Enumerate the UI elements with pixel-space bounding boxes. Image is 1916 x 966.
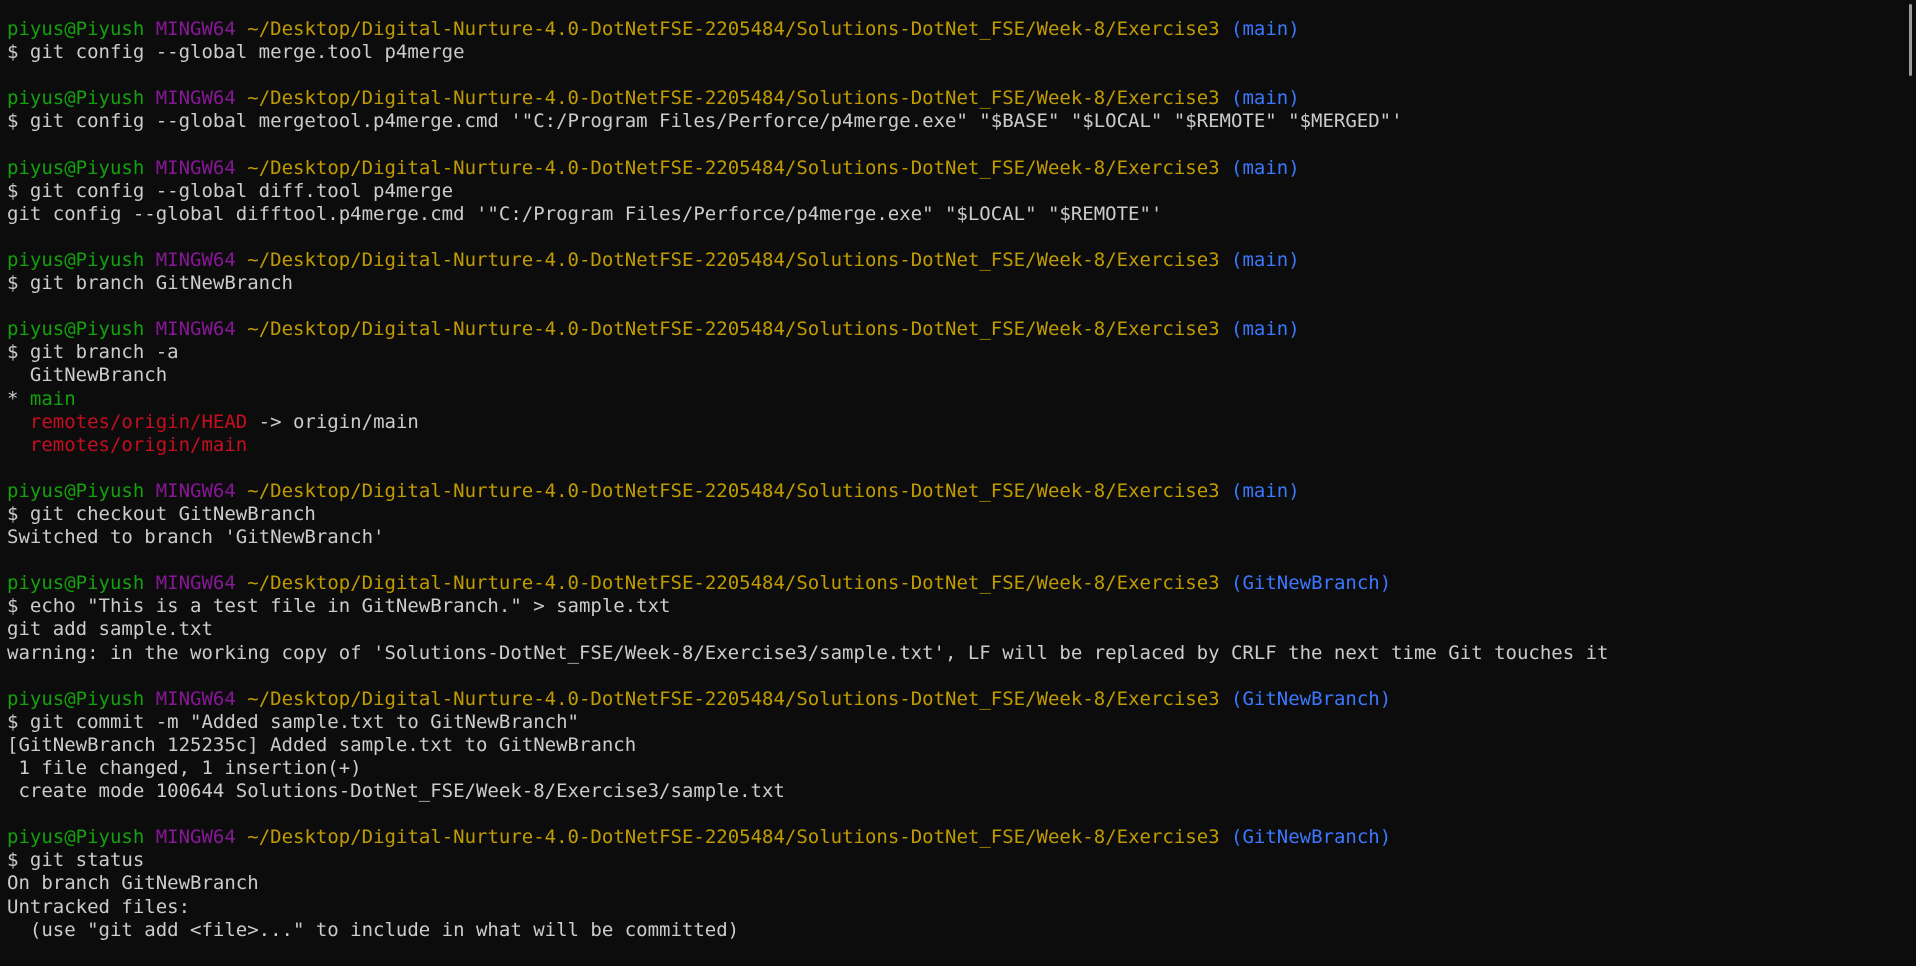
prompt-line: piyus@Piyush MINGW64 ~/Desktop/Digital-N… [7, 480, 1916, 503]
output-line: create mode 100644 Solutions-DotNet_FSE/… [7, 780, 785, 803]
prompt-shell: MINGW64 [155, 479, 236, 502]
prompt-path: ~/Desktop/Digital-Nurture-4.0-DotNetFSE-… [247, 87, 1220, 110]
prompt-shell: MINGW64 [155, 18, 236, 40]
prompt-shell: MINGW64 [155, 318, 236, 341]
command-line: $ git config --global diff.tool p4merge [7, 179, 454, 202]
output-line: GitNewBranch [7, 364, 168, 387]
prompt-shell: MINGW64 [155, 687, 236, 710]
prompt-user-host: piyus@Piyush [7, 826, 145, 849]
prompt-path: ~/Desktop/Digital-Nurture-4.0-DotNetFSE-… [247, 572, 1220, 595]
prompt-user-host: piyus@Piyush [7, 572, 145, 595]
command-line: $ git branch GitNewBranch [7, 272, 293, 295]
output-line: Switched to branch 'GitNewBranch' [7, 526, 385, 549]
prompt-user-host: piyus@Piyush [7, 318, 145, 341]
prompt-line: piyus@Piyush MINGW64 ~/Desktop/Digital-N… [7, 249, 1916, 272]
prompt-branch: (GitNewBranch) [1231, 687, 1392, 710]
command-line: $ git branch -a [7, 341, 179, 364]
prompt-path: ~/Desktop/Digital-Nurture-4.0-DotNetFSE-… [247, 687, 1220, 710]
prompt-line: piyus@Piyush MINGW64 ~/Desktop/Digital-N… [7, 318, 1916, 341]
prompt-branch: (main) [1231, 156, 1300, 179]
prompt-user-host: piyus@Piyush [7, 87, 145, 110]
prompt-branch: (main) [1231, 479, 1300, 502]
prompt-user-host: piyus@Piyush [7, 18, 145, 40]
prompt-shell: MINGW64 [155, 826, 236, 849]
command-line: $ git status [7, 849, 145, 872]
prompt-path: ~/Desktop/Digital-Nurture-4.0-DotNetFSE-… [247, 318, 1220, 341]
prompt-branch: (main) [1231, 318, 1300, 341]
output-line: warning: in the working copy of 'Solutio… [7, 641, 1609, 664]
prompt-branch: (main) [1231, 87, 1300, 110]
output-line: remotes/origin/main [7, 434, 1916, 457]
command-line: $ git checkout GitNewBranch [7, 502, 316, 525]
prompt-shell: MINGW64 [155, 156, 236, 179]
prompt-branch: (GitNewBranch) [1231, 826, 1392, 849]
command-line: $ git config --global merge.tool p4merge [7, 41, 465, 64]
prompt-path: ~/Desktop/Digital-Nurture-4.0-DotNetFSE-… [247, 826, 1220, 849]
prompt-path: ~/Desktop/Digital-Nurture-4.0-DotNetFSE-… [247, 479, 1220, 502]
prompt-user-host: piyus@Piyush [7, 156, 145, 179]
prompt-line: piyus@Piyush MINGW64 ~/Desktop/Digital-N… [7, 157, 1916, 180]
prompt-path: ~/Desktop/Digital-Nurture-4.0-DotNetFSE-… [247, 18, 1220, 40]
remote-branch-name: remotes/origin/HEAD [29, 410, 248, 433]
output-line: git add sample.txt [7, 618, 213, 641]
prompt-shell: MINGW64 [155, 572, 236, 595]
prompt-path: ~/Desktop/Digital-Nurture-4.0-DotNetFSE-… [247, 248, 1220, 271]
prompt-line: piyus@Piyush MINGW64 ~/Desktop/Digital-N… [7, 688, 1916, 711]
prompt-shell: MINGW64 [155, 248, 236, 271]
prompt-branch: (main) [1231, 18, 1300, 40]
prompt-user-host: piyus@Piyush [7, 687, 145, 710]
prompt-user-host: piyus@Piyush [7, 248, 145, 271]
prompt-line: piyus@Piyush MINGW64 ~/Desktop/Digital-N… [7, 18, 1916, 41]
vertical-scrollbar[interactable] [1904, 0, 1916, 966]
current-branch-name: main [29, 387, 76, 410]
remote-branch-name: remotes/origin/main [29, 433, 248, 456]
output-line: [GitNewBranch 125235c] Added sample.txt … [7, 733, 637, 756]
output-line: Untracked files: [7, 895, 191, 918]
output-line: remotes/origin/HEAD -> origin/main [7, 411, 1916, 434]
prompt-shell: MINGW64 [155, 87, 236, 110]
prompt-line: piyus@Piyush MINGW64 ~/Desktop/Digital-N… [7, 826, 1916, 849]
prompt-branch: (main) [1231, 248, 1300, 271]
output-line: (use "git add <file>..." to include in w… [7, 918, 740, 941]
command-line: $ git commit -m "Added sample.txt to Git… [7, 710, 579, 733]
command-line: $ echo "This is a test file in GitNewBra… [7, 595, 671, 618]
output-text: -> origin/main [247, 410, 419, 433]
prompt-line: piyus@Piyush MINGW64 ~/Desktop/Digital-N… [7, 87, 1916, 110]
output-line: * main [7, 387, 76, 410]
scrollbar-thumb[interactable] [1909, 4, 1912, 76]
terminal-window[interactable]: piyus@Piyush MINGW64 ~/Desktop/Digital-N… [0, 0, 1916, 966]
output-line: git config --global difftool.p4merge.cmd… [7, 202, 1163, 225]
command-line: $ git config --global mergetool.p4merge.… [7, 110, 1403, 133]
output-line: 1 file changed, 1 insertion(+) [7, 757, 362, 779]
prompt-user-host: piyus@Piyush [7, 479, 145, 502]
output-line: On branch GitNewBranch [7, 872, 259, 895]
prompt-line: piyus@Piyush MINGW64 ~/Desktop/Digital-N… [7, 572, 1916, 595]
prompt-branch: (GitNewBranch) [1231, 572, 1392, 595]
prompt-path: ~/Desktop/Digital-Nurture-4.0-DotNetFSE-… [247, 156, 1220, 179]
